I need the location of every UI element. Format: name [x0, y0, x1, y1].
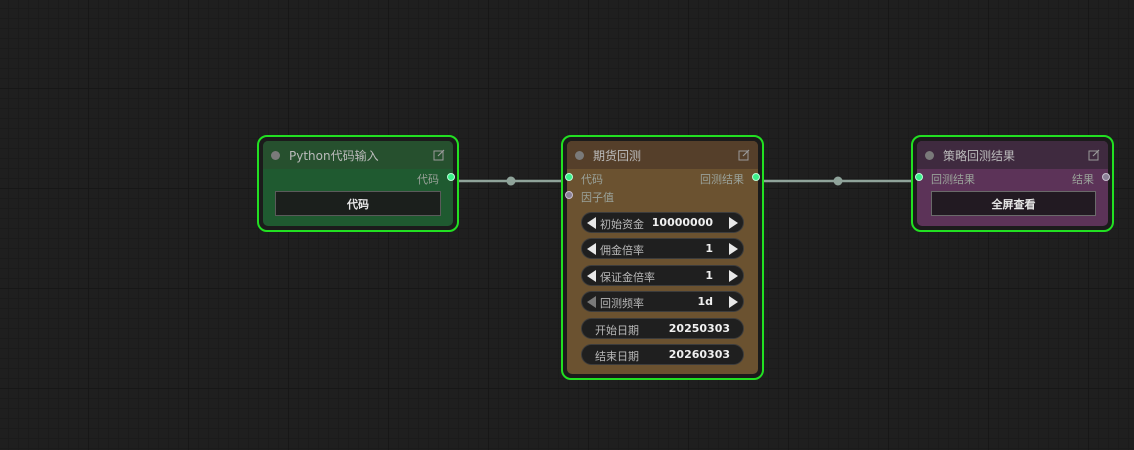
widget-label: 佣金倍率: [600, 244, 644, 257]
widget-start-date[interactable]: 开始日期 20250303: [581, 318, 744, 339]
edit-icon[interactable]: [738, 149, 750, 161]
output-port-result[interactable]: [1102, 173, 1110, 181]
input-port-label-code: 代码: [581, 173, 603, 186]
arrow-right-icon[interactable]: [729, 270, 738, 282]
code-button[interactable]: 代码: [275, 191, 441, 216]
node-title: Python代码输入: [289, 148, 379, 163]
widget-end-date[interactable]: 结束日期 20260303: [581, 344, 744, 365]
wire-result-midpoint[interactable]: [833, 176, 843, 186]
collapse-dot-icon[interactable]: [925, 150, 934, 160]
port-row-result: 回测结果 结果: [915, 169, 1110, 187]
arrow-left-icon[interactable]: [587, 243, 596, 255]
input-port-code[interactable]: [565, 173, 573, 181]
wire-code-midpoint[interactable]: [506, 176, 516, 186]
edit-icon[interactable]: [433, 149, 445, 161]
node-strategy-backtest-result[interactable]: 策略回测结果 回测结果 结果 全屏查看: [911, 135, 1114, 232]
node-python-code-input[interactable]: Python代码输入 代码 代码: [257, 135, 459, 232]
output-port-label: 回测结果: [700, 173, 744, 186]
widget-label: 结束日期: [595, 350, 639, 363]
port-row-factor: 因子值: [565, 187, 758, 205]
widget-value: 1d: [697, 295, 713, 308]
output-port-label: 结果: [1072, 173, 1094, 186]
widget-label: 开始日期: [595, 324, 639, 337]
widget-value: 10000000: [651, 216, 713, 229]
arrow-left-icon[interactable]: [587, 270, 596, 282]
arrow-left-icon[interactable]: [587, 217, 596, 229]
node-title: 期货回测: [593, 148, 642, 163]
widget-initial-capital[interactable]: 初始资金 10000000: [581, 212, 744, 233]
widget-backtest-frequency[interactable]: 回测频率 1d: [581, 291, 744, 312]
node-title: 策略回测结果: [943, 148, 1016, 163]
widget-label: 初始资金: [600, 218, 644, 231]
widget-value: 20260303: [668, 348, 730, 361]
input-port-label-factor: 因子值: [581, 191, 614, 204]
arrow-left-icon[interactable]: [587, 296, 596, 308]
arrow-right-icon[interactable]: [729, 296, 738, 308]
node-titlebar[interactable]: 期货回测: [567, 141, 758, 169]
output-port-backtest-result[interactable]: [752, 173, 760, 181]
widget-label: 保证金倍率: [600, 271, 655, 284]
input-port-backtest-result[interactable]: [915, 173, 923, 181]
widget-label: 回测频率: [600, 297, 644, 310]
input-port-factor[interactable]: [565, 191, 573, 199]
edit-icon[interactable]: [1088, 149, 1100, 161]
node-titlebar[interactable]: 策略回测结果: [917, 141, 1108, 169]
port-row-code: 代码 回测结果: [565, 169, 760, 187]
input-port-label: 回测结果: [931, 173, 975, 186]
widget-value: 1: [705, 269, 713, 282]
collapse-dot-icon[interactable]: [271, 150, 280, 160]
node-titlebar[interactable]: Python代码输入: [263, 141, 453, 169]
widget-commission-multiplier[interactable]: 佣金倍率 1: [581, 238, 744, 259]
output-port-label: 代码: [417, 173, 439, 186]
node-futures-backtest[interactable]: 期货回测 代码 回测结果 因子值 初始资金 10000000 佣金倍率 1 保证…: [561, 135, 764, 380]
collapse-dot-icon[interactable]: [575, 150, 584, 160]
output-port-row: 代码: [263, 169, 455, 187]
fullscreen-view-button[interactable]: 全屏查看: [931, 191, 1096, 216]
widget-value: 1: [705, 242, 713, 255]
widget-value: 20250303: [668, 322, 730, 335]
arrow-right-icon[interactable]: [729, 243, 738, 255]
output-port-code[interactable]: [447, 173, 455, 181]
arrow-right-icon[interactable]: [729, 217, 738, 229]
widget-margin-multiplier[interactable]: 保证金倍率 1: [581, 265, 744, 286]
